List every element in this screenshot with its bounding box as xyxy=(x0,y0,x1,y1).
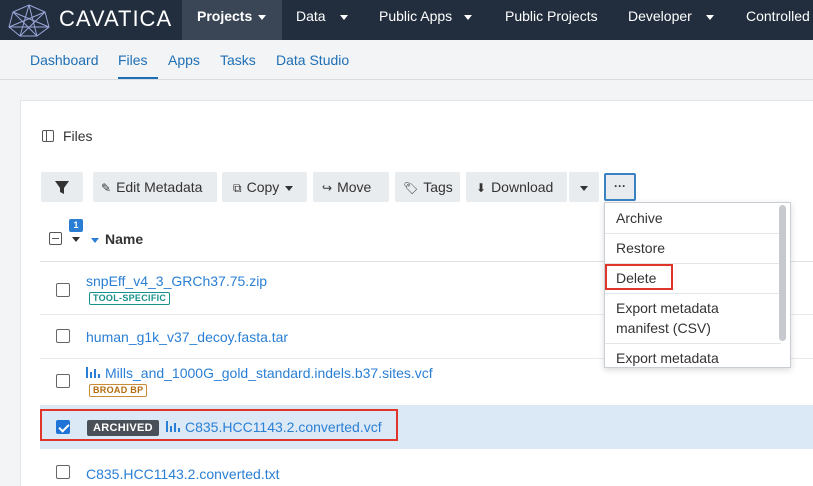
selected-count-badge: 1 xyxy=(69,219,83,232)
sidebar-toggle-icon[interactable] xyxy=(42,130,54,142)
filter-button[interactable] xyxy=(41,172,83,202)
pencil-icon: ✎ xyxy=(101,181,112,195)
files-header: Files xyxy=(42,128,93,144)
download-icon: ⬇ xyxy=(476,181,487,195)
tab-tasks[interactable]: Tasks xyxy=(220,52,256,68)
nav-developer[interactable]: Developer xyxy=(628,0,714,40)
chevron-down-icon xyxy=(258,14,267,20)
active-tab-indicator xyxy=(118,77,158,79)
chevron-down-icon xyxy=(464,14,473,20)
file-link[interactable]: snpEff_v4_3_GRCh37.75.zip xyxy=(86,273,267,289)
download-options-button[interactable] xyxy=(569,172,599,202)
edit-metadata-label: Edit Metadata xyxy=(116,179,203,195)
chevron-down-icon xyxy=(339,14,348,20)
tool-specific-tag: TOOL-SPECIFIC xyxy=(89,292,171,305)
download-button[interactable]: ⬇ Download xyxy=(466,172,567,202)
cavatica-logo[interactable]: CAVATICA xyxy=(0,0,182,40)
chevron-down-icon xyxy=(580,185,588,191)
name-column-header[interactable]: Name xyxy=(91,231,143,247)
menu-item-export-manifest-line2: manifest (CSV) xyxy=(616,320,711,336)
menu-item-export-manifest[interactable]: Export metadata manifest (CSV) xyxy=(605,298,781,338)
logo-icon xyxy=(8,4,50,37)
tab-dashboard[interactable]: Dashboard xyxy=(30,52,99,68)
menu-item-export-manifest-line1: Export metadata xyxy=(616,300,719,316)
tags-label: Tags xyxy=(423,179,453,195)
more-actions-button[interactable]: ··· xyxy=(604,173,636,201)
tab-apps[interactable]: Apps xyxy=(168,52,200,68)
tab-data-studio[interactable]: Data Studio xyxy=(276,52,349,68)
file-name: Mills_and_1000G_gold_standard.indels.b37… xyxy=(105,365,433,381)
move-button[interactable]: ↪ Move xyxy=(313,172,389,202)
row-checkbox[interactable] xyxy=(56,283,70,297)
chevron-down-icon xyxy=(285,185,294,191)
sort-icon xyxy=(91,237,99,243)
project-subnav: Dashboard Files Apps Tasks Data Studio xyxy=(0,40,813,80)
move-label: Move xyxy=(337,179,372,195)
nav-controlled[interactable]: Controlled xyxy=(746,0,810,40)
copy-button[interactable]: ⧉ Copy xyxy=(222,172,307,202)
logo-text: CAVATICA xyxy=(59,6,173,31)
nav-public-apps-label: Public Apps xyxy=(379,8,453,24)
delete-highlight-box xyxy=(605,264,673,290)
file-link[interactable]: human_g1k_v37_decoy.fasta.tar xyxy=(86,329,288,345)
nav-public-apps[interactable]: Public Apps xyxy=(379,0,473,40)
nav-data[interactable]: Data xyxy=(296,0,348,40)
menu-divider xyxy=(605,343,781,344)
nav-public-projects[interactable]: Public Projects xyxy=(505,0,598,40)
file-link[interactable]: Mills_and_1000G_gold_standard.indels.b37… xyxy=(86,365,433,381)
tag-icon: 🏷 xyxy=(403,181,419,195)
top-navbar: CAVATICA Projects Data Public Apps Publi… xyxy=(0,0,813,40)
copy-icon: ⧉ xyxy=(233,181,242,195)
highlight-box xyxy=(40,409,398,441)
tab-files[interactable]: Files xyxy=(118,52,148,68)
download-label: Download xyxy=(491,179,554,195)
menu-item-archive[interactable]: Archive xyxy=(605,208,781,228)
move-icon: ↪ xyxy=(322,181,333,195)
menu-divider xyxy=(605,233,781,234)
menu-item-export-metadata[interactable]: Export metadata xyxy=(605,348,781,367)
row-checkbox[interactable] xyxy=(56,374,70,388)
select-all-checkbox[interactable] xyxy=(49,232,62,245)
edit-metadata-button[interactable]: ✎ Edit Metadata xyxy=(93,172,217,202)
file-link[interactable]: C835.HCC1143.2.converted.txt xyxy=(86,466,280,482)
nav-projects[interactable]: Projects xyxy=(182,0,282,40)
copy-label: Copy xyxy=(246,179,280,195)
tags-button[interactable]: 🏷 Tags xyxy=(395,172,460,202)
files-title: Files xyxy=(63,128,93,144)
row-checkbox[interactable] xyxy=(56,329,70,343)
nav-developer-label: Developer xyxy=(628,8,692,24)
nav-projects-label: Projects xyxy=(197,8,253,24)
name-header-label: Name xyxy=(105,231,144,247)
broad-bp-tag: BROAD BP xyxy=(89,384,148,397)
menu-scrollbar[interactable] xyxy=(779,205,786,341)
menu-item-restore[interactable]: Restore xyxy=(605,238,781,258)
vcf-chart-icon xyxy=(86,367,100,378)
chevron-down-icon xyxy=(72,237,80,242)
nav-controlled-label: Controlled xyxy=(746,8,810,24)
menu-divider xyxy=(605,293,781,294)
chevron-down-icon xyxy=(705,14,714,20)
row-checkbox[interactable] xyxy=(56,465,70,479)
nav-data-label: Data xyxy=(296,8,326,24)
nav-public-projects-label: Public Projects xyxy=(505,8,598,24)
filter-icon xyxy=(55,181,69,194)
